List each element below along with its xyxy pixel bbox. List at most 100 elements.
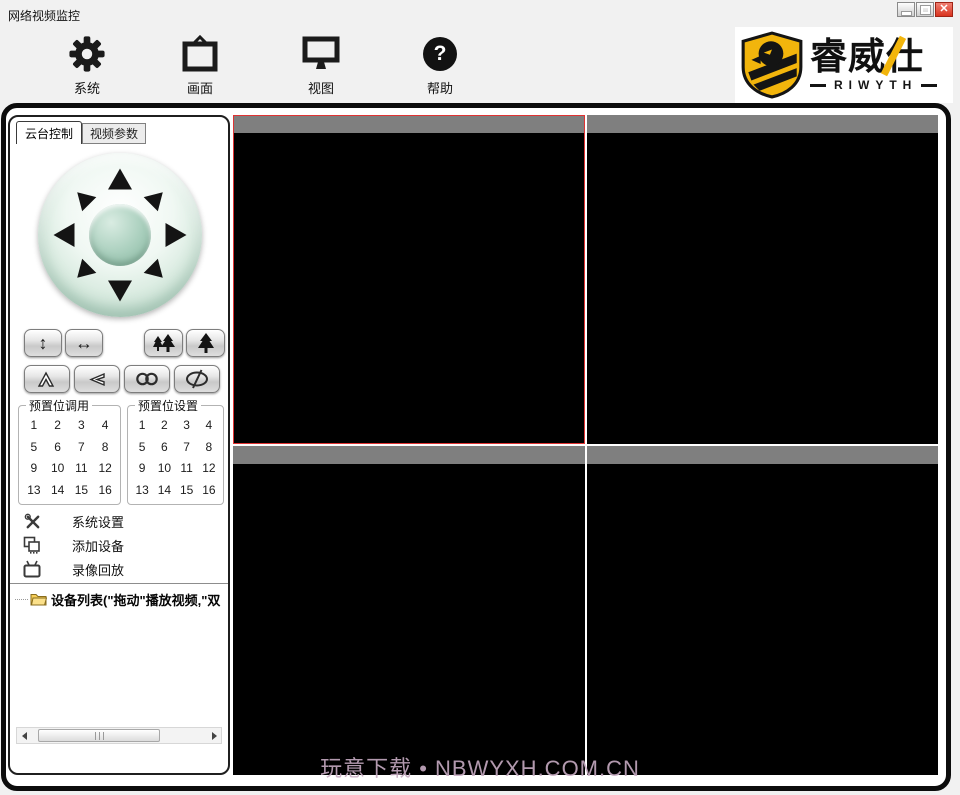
close-button[interactable]: ✕ xyxy=(935,2,953,17)
preset-number[interactable]: 4 xyxy=(93,414,117,436)
focus-button[interactable] xyxy=(74,365,120,393)
tools-icon xyxy=(22,513,42,530)
video-cell-header xyxy=(586,115,938,133)
iris-open-button[interactable] xyxy=(24,365,70,393)
toolbar-button-screen[interactable]: 画面 xyxy=(165,31,235,97)
tab-video-params[interactable]: 视频参数 xyxy=(82,123,146,144)
preset-number[interactable]: 5 xyxy=(131,436,153,458)
ptz-right-arrow[interactable] xyxy=(165,223,187,247)
video-cell-header xyxy=(233,115,585,133)
tagline-dash xyxy=(810,83,826,87)
preset-set-grid: 1 2 3 4 5 6 7 8 9 10 11 12 13 14 15 16 xyxy=(128,406,223,504)
preset-number[interactable]: 13 xyxy=(131,479,153,501)
focus-far-button[interactable] xyxy=(124,365,170,393)
video-cell-3[interactable] xyxy=(233,446,585,775)
ptz-up-right-arrow[interactable] xyxy=(143,185,170,212)
preset-number[interactable]: 11 xyxy=(70,458,94,480)
preset-call-grid: 1 2 3 4 5 6 7 8 9 10 11 12 13 14 15 16 xyxy=(19,406,120,504)
preset-number[interactable]: 9 xyxy=(22,458,46,480)
preset-number[interactable]: 8 xyxy=(93,436,117,458)
device-tree-root[interactable]: 设备列表("拖动"播放视频,"双 xyxy=(15,589,227,609)
preset-number[interactable]: 7 xyxy=(70,436,94,458)
toolbar-button-view[interactable]: 视图 xyxy=(286,31,356,97)
video-cell-body xyxy=(587,133,939,444)
brand-logo: 睿威仕 RIWYTH xyxy=(735,27,953,103)
ptz-wheel xyxy=(38,153,202,317)
preset-number[interactable]: 16 xyxy=(198,479,220,501)
logo-brand: 睿威仕 xyxy=(810,35,924,77)
scroll-right-button[interactable] xyxy=(207,728,221,743)
preset-number[interactable]: 12 xyxy=(198,458,220,480)
preset-number[interactable]: 15 xyxy=(176,479,198,501)
video-cell-2[interactable] xyxy=(586,115,939,444)
scrollbar-thumb[interactable] xyxy=(38,729,160,742)
preset-number[interactable]: 1 xyxy=(131,414,153,436)
vertical-scan-button[interactable]: ↕ xyxy=(24,329,62,357)
preset-call-group: 预置位调用 1 2 3 4 5 6 7 8 9 10 11 12 13 14 15 16 xyxy=(18,397,121,505)
logo-text: 睿威仕 RIWYTH xyxy=(810,35,938,92)
preset-number[interactable]: 3 xyxy=(176,414,198,436)
preset-number[interactable]: 10 xyxy=(153,458,175,480)
preset-number[interactable]: 9 xyxy=(131,458,153,480)
scrollbar-grip-icon xyxy=(94,731,104,740)
chevron-up-outline-icon xyxy=(37,371,55,387)
tab-ptz-control[interactable]: 云台控制 xyxy=(16,121,82,144)
scroll-left-icon xyxy=(21,731,27,740)
preset-number[interactable]: 11 xyxy=(176,458,198,480)
menu-label: 录像回放 xyxy=(72,562,125,578)
preset-number[interactable]: 1 xyxy=(22,414,46,436)
preset-number[interactable]: 15 xyxy=(70,479,94,501)
ptz-down-left-arrow[interactable] xyxy=(70,258,97,285)
video-cell-body xyxy=(233,133,585,444)
preset-number[interactable]: 10 xyxy=(46,458,70,480)
minimize-button[interactable] xyxy=(897,2,915,17)
toolbar-label-help: 帮助 xyxy=(426,81,453,96)
preset-number[interactable]: 12 xyxy=(93,458,117,480)
preset-number[interactable]: 14 xyxy=(46,479,70,501)
zoom-in-button[interactable] xyxy=(186,329,225,357)
eye-slash-icon xyxy=(186,369,208,389)
zoom-out-button[interactable] xyxy=(144,329,183,357)
preset-number[interactable]: 7 xyxy=(176,436,198,458)
folder-icon xyxy=(30,594,47,606)
monitor-icon xyxy=(286,31,356,77)
toolbar-label-system: 系统 xyxy=(73,81,100,96)
preset-number[interactable]: 3 xyxy=(70,414,94,436)
preset-call-title: 预置位调用 xyxy=(26,397,93,414)
video-cell-1[interactable] xyxy=(233,115,585,444)
maximize-button[interactable] xyxy=(916,2,934,17)
horizontal-scrollbar[interactable] xyxy=(16,727,222,744)
help-icon: ? xyxy=(423,37,457,71)
preset-set-title: 预置位设置 xyxy=(135,397,202,414)
preset-number[interactable]: 6 xyxy=(46,436,70,458)
menu-item-system-settings[interactable]: 系统设置 xyxy=(22,511,218,531)
preset-number[interactable]: 13 xyxy=(22,479,46,501)
menu-item-add-device[interactable]: 添加设备 xyxy=(22,535,218,555)
ptz-down-right-arrow[interactable] xyxy=(143,258,170,285)
scroll-left-button[interactable] xyxy=(17,728,31,743)
menu-item-playback[interactable]: 录像回放 xyxy=(22,559,218,579)
toolbar-button-system[interactable]: 系统 xyxy=(52,31,122,97)
video-cell-4[interactable] xyxy=(586,446,938,775)
ptz-down-arrow[interactable] xyxy=(108,280,132,302)
toolbar-button-help[interactable]: ? 帮助 xyxy=(405,31,475,97)
close-icon: ✕ xyxy=(939,3,949,15)
preset-number[interactable]: 5 xyxy=(22,436,46,458)
preset-number[interactable]: 16 xyxy=(93,479,117,501)
preset-number[interactable]: 8 xyxy=(198,436,220,458)
aperture-button[interactable] xyxy=(174,365,220,393)
horizontal-scan-button[interactable]: ↔ xyxy=(65,329,103,357)
preset-number[interactable]: 2 xyxy=(153,414,175,436)
preset-number[interactable]: 14 xyxy=(153,479,175,501)
window-title: 网络视频监控 xyxy=(8,9,81,23)
minimize-icon xyxy=(900,10,912,16)
preset-number[interactable]: 4 xyxy=(198,414,220,436)
vertical-arrows-icon: ↕ xyxy=(38,332,48,353)
ptz-up-arrow[interactable] xyxy=(108,168,132,190)
menu-label: 添加设备 xyxy=(72,538,125,554)
ptz-left-arrow[interactable] xyxy=(53,223,75,247)
preset-number[interactable]: 2 xyxy=(46,414,70,436)
ptz-center-knob[interactable] xyxy=(89,204,151,266)
ptz-up-left-arrow[interactable] xyxy=(70,185,97,212)
preset-number[interactable]: 6 xyxy=(153,436,175,458)
